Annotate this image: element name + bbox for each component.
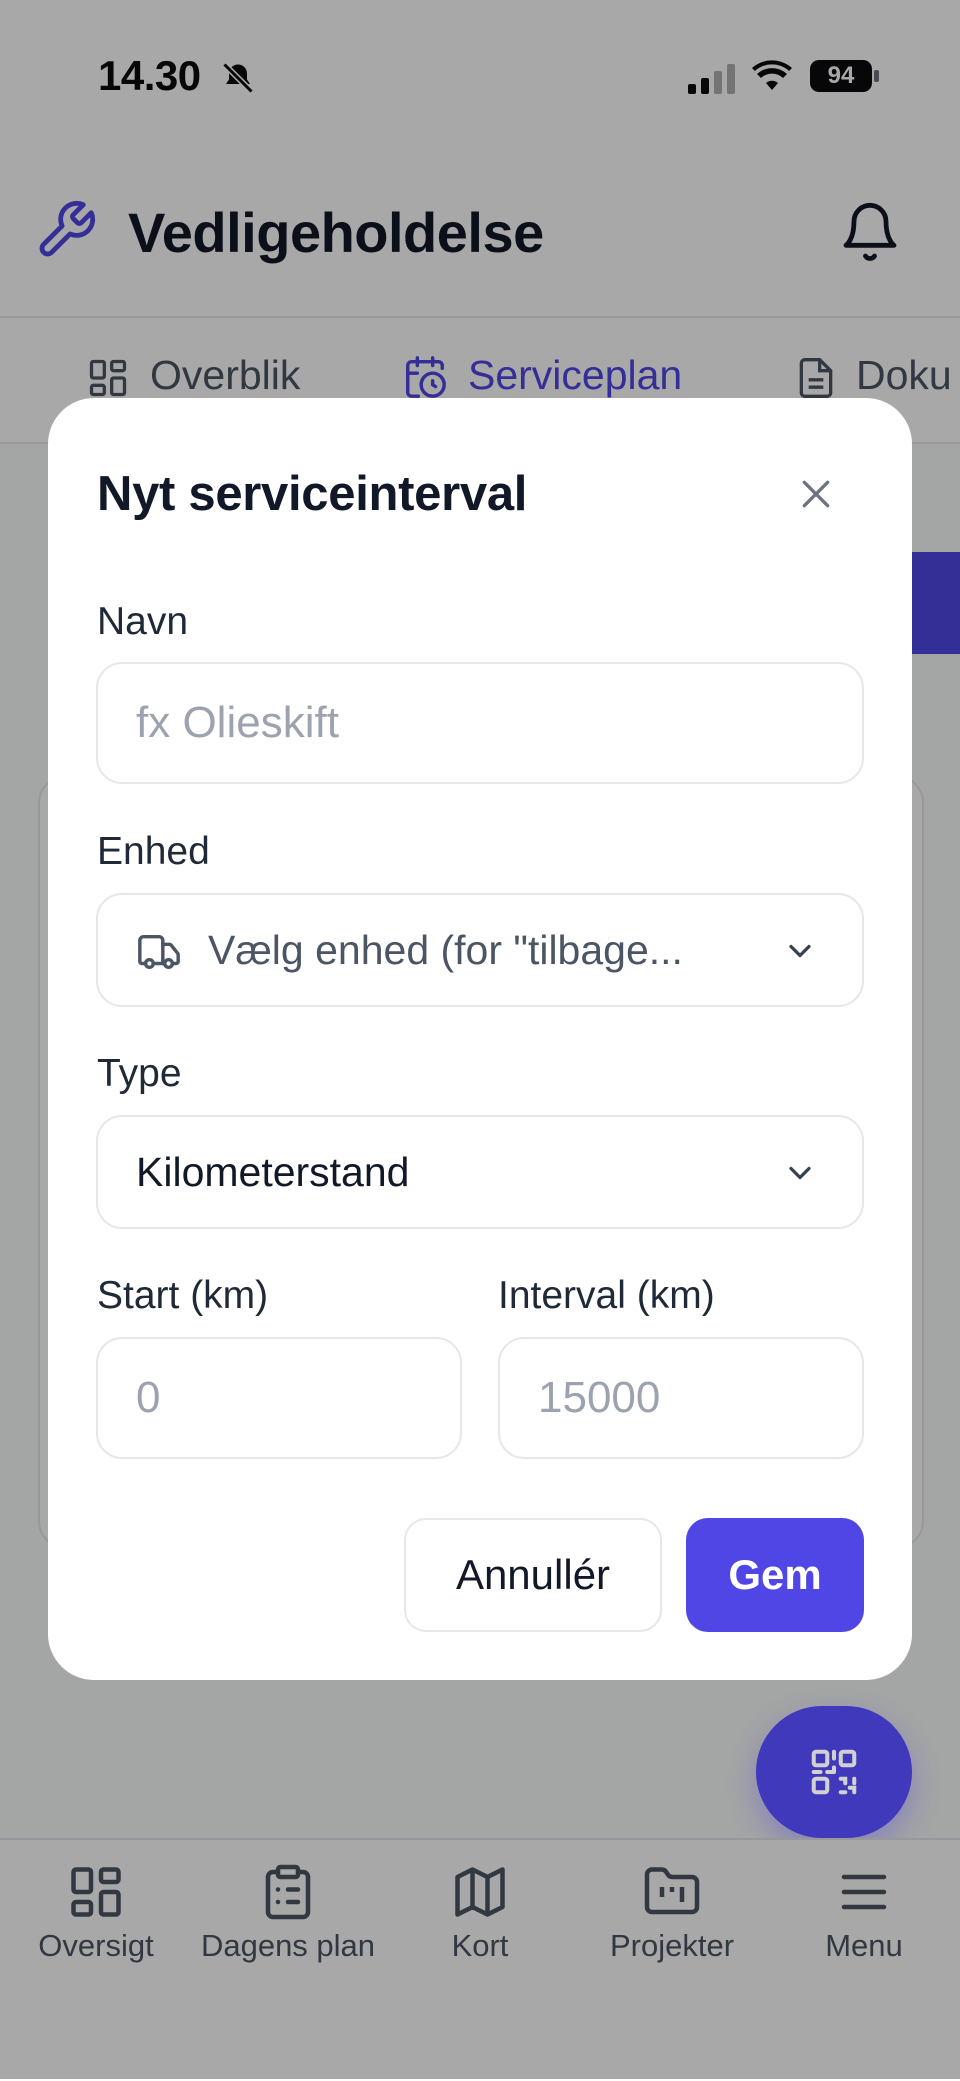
close-icon bbox=[802, 480, 830, 508]
unit-select-value: Vælg enhed (for "tilbage... bbox=[208, 927, 683, 973]
interval-km-input[interactable] bbox=[500, 1339, 862, 1457]
start-label: Start (km) bbox=[97, 1274, 269, 1317]
start-km-input[interactable] bbox=[98, 1339, 460, 1457]
cancel-button[interactable]: Annullér bbox=[404, 1518, 662, 1632]
scan-qr-button[interactable] bbox=[756, 1706, 912, 1838]
chevron-down-icon bbox=[789, 1166, 811, 1180]
folder-icon bbox=[644, 1867, 700, 1915]
interval-field-wrapper bbox=[498, 1337, 864, 1459]
type-select-value: Kilometerstand bbox=[136, 1149, 410, 1195]
type-label: Type bbox=[97, 1052, 182, 1095]
nav-label: Oversigt bbox=[38, 1928, 154, 1963]
close-button[interactable] bbox=[786, 464, 846, 524]
start-field-wrapper bbox=[96, 1337, 462, 1459]
nav-menu[interactable]: Menu bbox=[768, 1862, 960, 1964]
nav-projekter[interactable]: Projekter bbox=[576, 1862, 768, 1964]
name-label: Navn bbox=[97, 600, 189, 643]
unit-select[interactable]: Vælg enhed (for "tilbage... bbox=[96, 893, 864, 1007]
clipboard-icon bbox=[265, 1864, 311, 1920]
type-select[interactable]: Kilometerstand bbox=[96, 1115, 864, 1229]
chevron-down-icon bbox=[789, 944, 811, 958]
map-icon bbox=[455, 1867, 505, 1917]
name-field-wrapper bbox=[96, 662, 864, 784]
name-input[interactable] bbox=[98, 664, 862, 782]
nav-label: Dagens plan bbox=[200, 1928, 376, 1963]
nav-label: Menu bbox=[825, 1928, 903, 1963]
dialog-title: Nyt serviceinterval bbox=[97, 467, 528, 521]
nav-dagens-plan[interactable]: Dagens plan bbox=[192, 1862, 384, 1964]
menu-icon bbox=[841, 1874, 887, 1910]
nav-label: Projekter bbox=[609, 1928, 735, 1963]
interval-label: Interval (km) bbox=[498, 1274, 715, 1317]
truck-icon bbox=[138, 934, 180, 970]
save-button[interactable]: Gem bbox=[686, 1518, 864, 1632]
nav-oversigt[interactable]: Oversigt bbox=[0, 1862, 192, 1964]
qr-code-icon bbox=[811, 1749, 857, 1795]
new-service-interval-dialog bbox=[48, 398, 912, 1680]
nav-kort[interactable]: Kort bbox=[384, 1862, 576, 1964]
dashboard-icon bbox=[71, 1867, 121, 1917]
unit-label: Enhed bbox=[97, 830, 210, 873]
nav-label: Kort bbox=[451, 1928, 509, 1963]
